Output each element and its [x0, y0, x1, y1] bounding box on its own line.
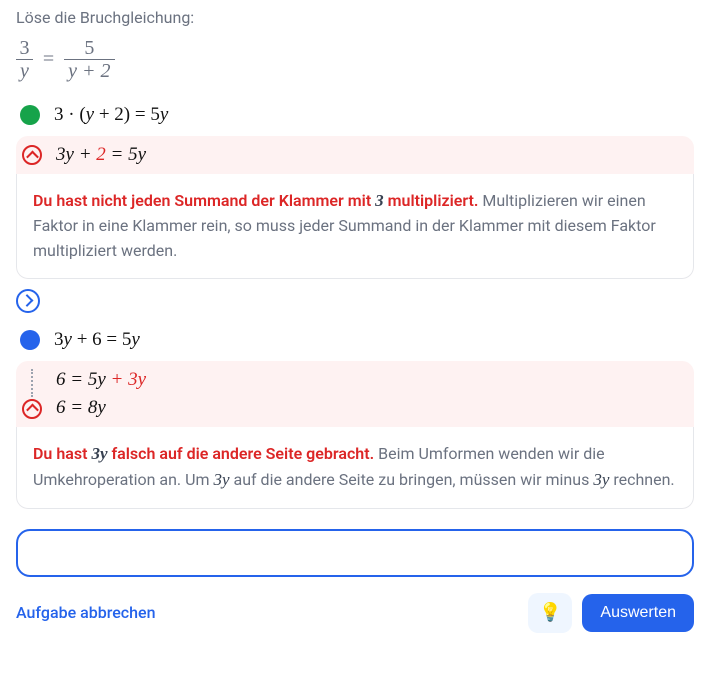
next-step-button[interactable] — [16, 289, 40, 313]
task-equation: 3 y = 5 y + 2 — [16, 37, 694, 82]
bottom-bar: Aufgabe abbrechen 💡 Auswerten — [16, 593, 694, 633]
error-block-2: 6 = 5y + 3y 6 = 8y Du hast 3y falsch auf… — [16, 361, 694, 509]
error-2-hint-line: 6 = 5y + 3y — [56, 369, 146, 391]
evaluate-button[interactable]: Auswerten — [582, 594, 694, 632]
frac-right-num: 5 — [82, 37, 96, 59]
step-row-1: 3 · (y + 2) = 5y — [16, 100, 694, 130]
task-prompt: Löse die Bruchgleichung: — [16, 8, 694, 27]
timeline — [22, 369, 42, 419]
error-header-1[interactable]: 3y + 2 = 5y — [16, 136, 694, 174]
frac-left-num: 3 — [17, 37, 31, 59]
step-1-math: 3 · (y + 2) = 5y — [54, 104, 168, 126]
chevron-up-icon — [22, 399, 42, 419]
error-1-body: Du hast nicht jeden Summand der Klammer … — [16, 174, 694, 279]
chevron-up-icon — [22, 145, 42, 165]
hint-button[interactable]: 💡 — [528, 593, 572, 633]
lightbulb-icon: 💡 — [539, 602, 561, 623]
error-block-1: 3y + 2 = 5y Du hast nicht jeden Summand … — [16, 136, 694, 279]
frac-left-den: y — [20, 60, 29, 82]
error-1-math: 3y + 2 = 5y — [56, 144, 146, 166]
step-row-2: 3y + 6 = 5y — [16, 325, 694, 355]
cancel-task-link[interactable]: Aufgabe abbrechen — [16, 603, 156, 622]
error-2-body: Du hast 3y falsch auf die andere Seite g… — [16, 427, 694, 509]
equals-sign: = — [43, 48, 54, 71]
frac-right-den: y + 2 — [68, 60, 110, 82]
status-dot-correct-icon — [20, 105, 40, 125]
step-2-math: 3y + 6 = 5y — [54, 329, 140, 351]
status-dot-current-icon — [20, 330, 40, 350]
error-2-math: 6 = 8y — [56, 397, 146, 419]
answer-input[interactable] — [16, 529, 694, 577]
error-header-2[interactable]: 6 = 5y + 3y 6 = 8y — [16, 361, 694, 427]
